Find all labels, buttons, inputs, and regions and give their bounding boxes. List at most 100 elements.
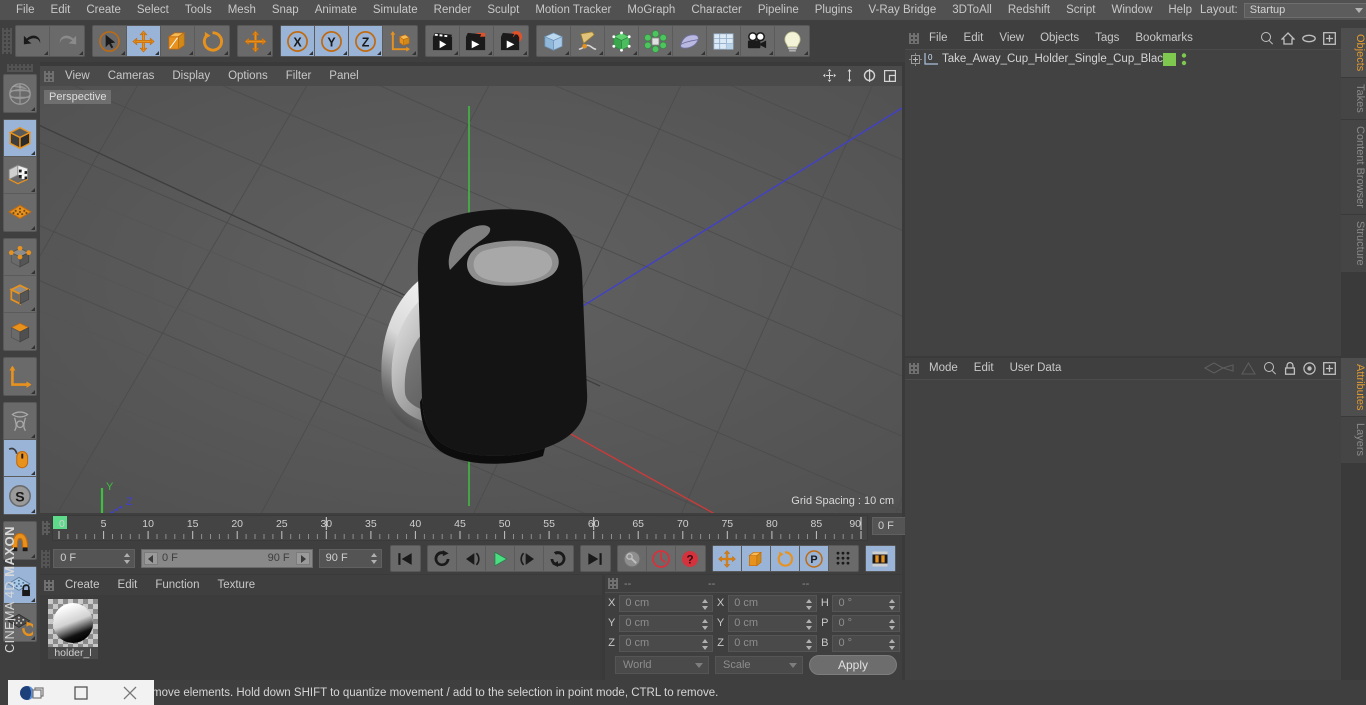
camera-icon[interactable] bbox=[741, 26, 775, 56]
menu-character[interactable]: Character bbox=[683, 0, 750, 20]
coordinates-grip[interactable] bbox=[608, 578, 618, 589]
scale-icon[interactable] bbox=[161, 26, 195, 56]
points-mode-icon[interactable] bbox=[4, 239, 36, 276]
maximize-view-icon[interactable] bbox=[884, 69, 896, 82]
light-icon[interactable] bbox=[775, 26, 809, 56]
tab-structure[interactable]: Structure bbox=[1341, 214, 1366, 273]
tab-attributes[interactable]: Attributes bbox=[1341, 358, 1366, 418]
object-tree[interactable]: 0 Take_Away_Cup_Holder_Single_Cup_Black bbox=[905, 49, 1341, 356]
menu-animate[interactable]: Animate bbox=[307, 0, 365, 20]
triangle-icon[interactable] bbox=[1241, 361, 1256, 375]
minimize-icon[interactable] bbox=[57, 680, 106, 705]
stepper-icon[interactable] bbox=[889, 618, 896, 630]
live-selection-icon[interactable] bbox=[93, 26, 127, 56]
c4d-app-icon[interactable] bbox=[8, 680, 57, 705]
redo-icon[interactable] bbox=[50, 26, 84, 56]
viewport-menu-filter[interactable]: Filter bbox=[277, 66, 321, 86]
mograph-icon[interactable] bbox=[639, 26, 673, 56]
key-pla-icon[interactable] bbox=[829, 546, 858, 571]
object-layer-icon[interactable]: 0 bbox=[924, 52, 939, 66]
polygons-mode-icon[interactable] bbox=[4, 313, 36, 350]
target-icon[interactable] bbox=[1303, 361, 1316, 375]
menu-render[interactable]: Render bbox=[426, 0, 480, 20]
texture-mode-icon[interactable] bbox=[4, 157, 36, 194]
rotate-icon[interactable] bbox=[195, 26, 229, 56]
coordinate-system-dropdown[interactable]: World bbox=[615, 656, 709, 674]
menu-tools[interactable]: Tools bbox=[177, 0, 220, 20]
menu-plugins[interactable]: Plugins bbox=[807, 0, 861, 20]
rotation-b-field[interactable]: 0 ° bbox=[832, 634, 900, 652]
object-menu-file[interactable]: File bbox=[921, 28, 956, 48]
material-list[interactable]: holder_l bbox=[40, 595, 602, 680]
menu-edit[interactable]: Edit bbox=[43, 0, 79, 20]
play-icon[interactable] bbox=[486, 546, 515, 571]
object-menu-tags[interactable]: Tags bbox=[1087, 28, 1127, 48]
object-dot-handles[interactable] bbox=[1181, 53, 1187, 67]
spline-pen-icon[interactable] bbox=[571, 26, 605, 56]
menu-mograph[interactable]: MoGraph bbox=[619, 0, 683, 20]
menu-sculpt[interactable]: Sculpt bbox=[479, 0, 527, 20]
transform-mode-dropdown[interactable]: Scale bbox=[715, 656, 803, 674]
attributes-menu-mode[interactable]: Mode bbox=[921, 358, 966, 378]
menu-pipeline[interactable]: Pipeline bbox=[750, 0, 807, 20]
toolbar-grip[interactable] bbox=[2, 28, 12, 54]
object-menu-bookmarks[interactable]: Bookmarks bbox=[1127, 28, 1201, 48]
home-icon[interactable] bbox=[1281, 31, 1295, 45]
y-axis-icon[interactable]: Y bbox=[315, 26, 349, 56]
tab-content-browser[interactable]: Content Browser bbox=[1341, 120, 1366, 215]
attributes-menu-edit[interactable]: Edit bbox=[966, 358, 1002, 378]
floor-environment-icon[interactable] bbox=[707, 26, 741, 56]
world-axis-icon[interactable] bbox=[383, 26, 417, 56]
snap-settings-icon[interactable]: S bbox=[4, 477, 36, 514]
size-z-field[interactable]: 0 cm bbox=[728, 634, 818, 652]
layout-dropdown[interactable]: Startup bbox=[1243, 2, 1366, 18]
material-menu-edit[interactable]: Edit bbox=[109, 575, 147, 595]
previous-frame-icon[interactable] bbox=[457, 546, 486, 571]
cube-primitive-icon[interactable] bbox=[537, 26, 571, 56]
range-start-handle[interactable] bbox=[143, 552, 158, 565]
viewport-menu-panel[interactable]: Panel bbox=[320, 66, 367, 86]
x-axis-icon[interactable]: X bbox=[281, 26, 315, 56]
snap-mouse-icon[interactable] bbox=[4, 440, 36, 477]
max-frame-field[interactable]: 90 F bbox=[318, 549, 382, 568]
search-icon[interactable] bbox=[1260, 31, 1274, 45]
menu-file[interactable]: File bbox=[8, 0, 43, 20]
edges-mode-icon[interactable] bbox=[4, 276, 36, 313]
keyframe-select-icon[interactable]: ? bbox=[676, 546, 705, 571]
apply-button[interactable]: Apply bbox=[809, 655, 897, 675]
object-menu-view[interactable]: View bbox=[991, 28, 1032, 48]
render-view-icon[interactable] bbox=[426, 26, 460, 56]
position-z-field[interactable]: 0 cm bbox=[619, 634, 713, 652]
range-end-handle[interactable] bbox=[295, 552, 310, 565]
expand-plus-icon[interactable] bbox=[909, 52, 922, 66]
material-menu-function[interactable]: Function bbox=[146, 575, 208, 595]
stepper-icon[interactable] bbox=[123, 553, 131, 564]
material-item[interactable]: holder_l bbox=[48, 599, 98, 661]
previous-key-icon[interactable] bbox=[428, 546, 457, 571]
rotate-view-icon[interactable] bbox=[863, 69, 876, 82]
lock-icon[interactable] bbox=[1284, 361, 1296, 375]
key-scale-icon[interactable] bbox=[741, 546, 771, 571]
left-toolbar-grip[interactable] bbox=[7, 64, 33, 72]
material-menu-texture[interactable]: Texture bbox=[208, 575, 264, 595]
move-icon[interactable] bbox=[238, 26, 272, 56]
stepper-icon[interactable] bbox=[806, 618, 813, 630]
attributes-menu-user-data[interactable]: User Data bbox=[1002, 358, 1070, 378]
rotation-h-field[interactable]: 0 ° bbox=[832, 594, 900, 612]
render-to-picture-viewer-icon[interactable] bbox=[460, 26, 494, 56]
axis-modify-icon[interactable] bbox=[4, 358, 36, 395]
menu-window[interactable]: Window bbox=[1103, 0, 1160, 20]
current-frame-field[interactable]: 0 F bbox=[53, 549, 135, 568]
next-frame-icon[interactable] bbox=[515, 546, 544, 571]
viewport-3d[interactable]: Y X Z Perspective Grid Spacing : 10 cm bbox=[40, 86, 902, 513]
menu-help[interactable]: Help bbox=[1160, 0, 1200, 20]
move-icon[interactable] bbox=[127, 26, 161, 56]
nurbs-icon[interactable] bbox=[605, 26, 639, 56]
key-parameter-icon[interactable]: P bbox=[799, 546, 829, 571]
workplane-mode-icon[interactable] bbox=[4, 194, 36, 231]
undo-icon[interactable] bbox=[16, 26, 50, 56]
go-to-start-icon[interactable] bbox=[391, 546, 420, 571]
stepper-icon[interactable] bbox=[889, 638, 896, 650]
search-icon[interactable] bbox=[1263, 361, 1277, 375]
go-to-end-icon[interactable] bbox=[581, 546, 610, 571]
